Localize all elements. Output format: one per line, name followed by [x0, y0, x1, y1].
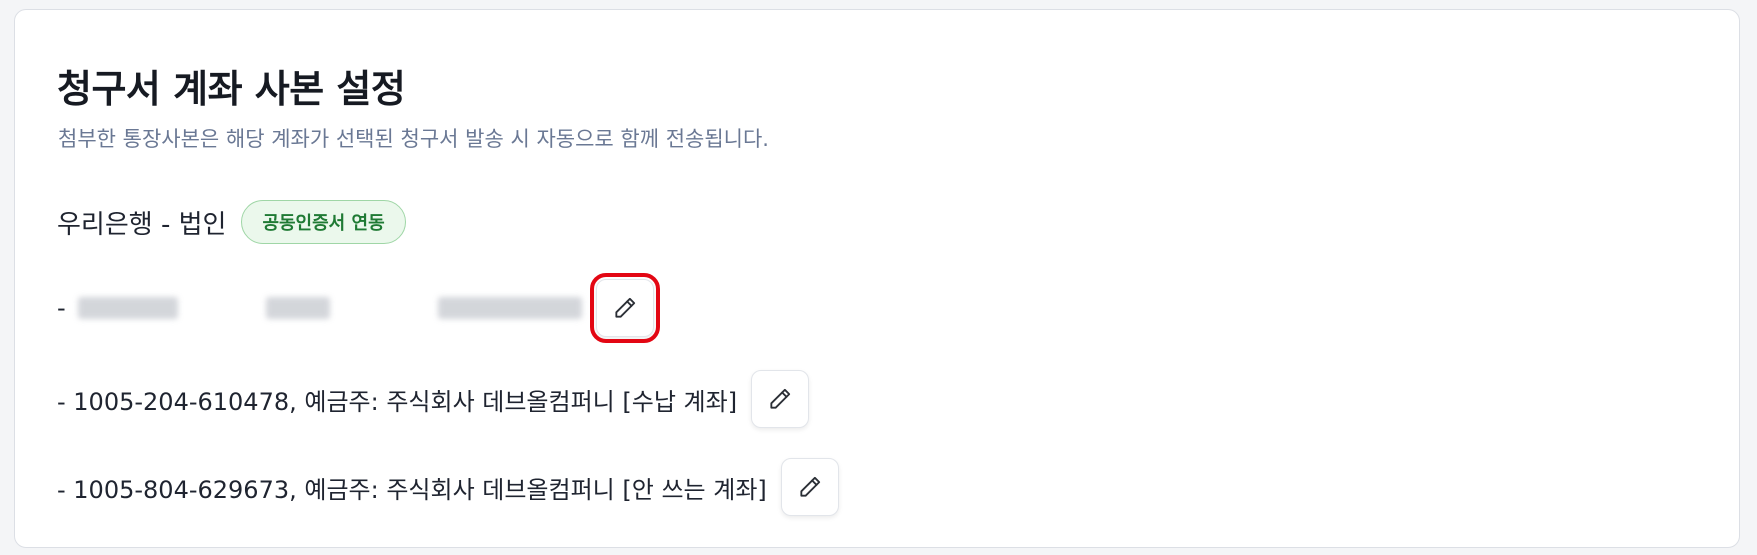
account-row: - [57, 273, 660, 343]
page-subtitle: 첨부한 통장사본은 해당 계좌가 선택된 청구서 발송 시 자동으로 함께 전송… [58, 127, 769, 151]
edit-account-button[interactable] [751, 370, 810, 428]
page-title: 청구서 계좌 사본 설정 [57, 67, 406, 111]
pencil-icon [615, 297, 635, 318]
edit-account-button[interactable] [589, 273, 660, 343]
account-text: - 1005-804-629673, 예금주: 주식회사 데브올컴퍼니 [안 쓰… [57, 475, 767, 504]
bank-name: 우리은행 - 법인 [57, 209, 227, 240]
redacted-block [437, 297, 582, 319]
account-text: - 1005-204-610478, 예금주: 주식회사 데브올컴퍼니 [수납 … [57, 387, 738, 416]
edit-account-button[interactable] [780, 458, 839, 516]
redacted-account-text [77, 278, 582, 338]
settings-card: 청구서 계좌 사본 설정 첨부한 통장사본은 해당 계좌가 선택된 청구서 발송… [14, 9, 1740, 548]
account-dash: - [57, 294, 66, 322]
redacted-block [265, 297, 330, 319]
redacted-block [77, 297, 178, 319]
certificate-badge: 공동인증서 연동 [241, 200, 406, 244]
pencil-icon [770, 388, 791, 409]
pencil-icon [800, 476, 820, 497]
account-row: - 1005-804-629673, 예금주: 주식회사 데브올컴퍼니 [안 쓰… [57, 457, 839, 517]
account-row: - 1005-204-610478, 예금주: 주식회사 데브올컴퍼니 [수납 … [57, 369, 810, 429]
bank-header: 우리은행 - 법인 공동인증서 연동 [57, 199, 406, 245]
